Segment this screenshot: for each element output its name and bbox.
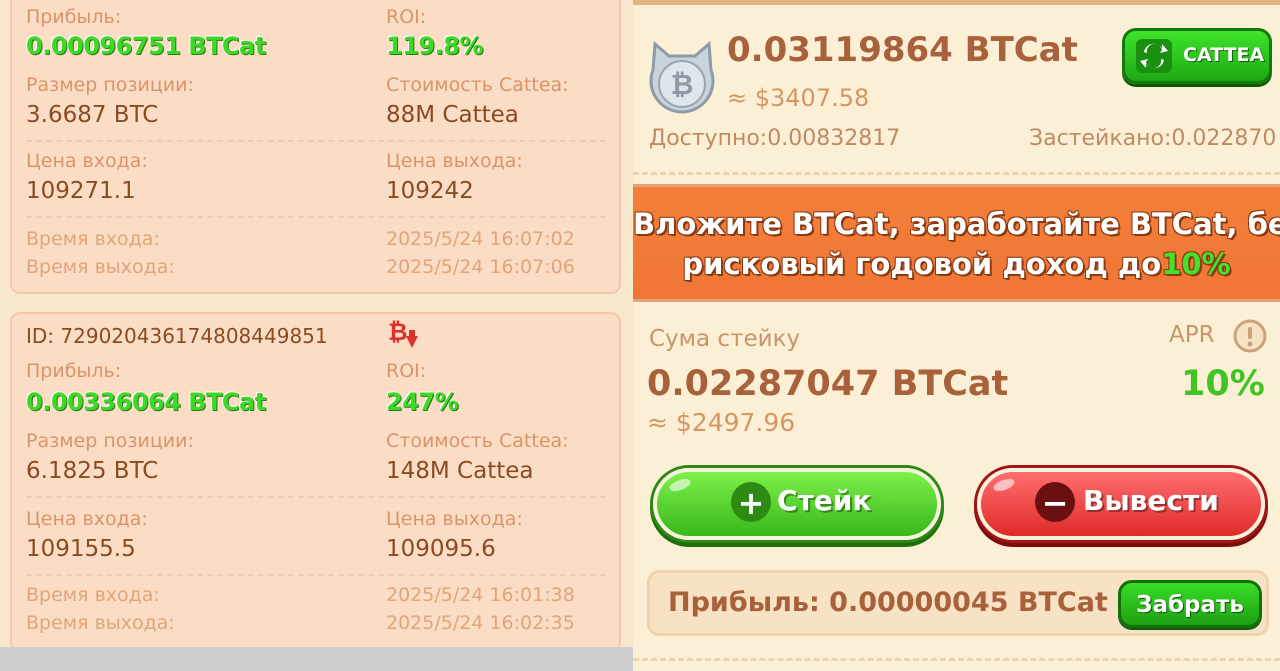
banner-line-2: рисковый годовой доход до10% xyxy=(633,247,1280,281)
stake-amount: 0.02287047 BTCat xyxy=(647,364,1009,404)
roi-label: ROI: xyxy=(386,6,427,28)
profit-value: 0.00336064 BTCat xyxy=(26,388,266,416)
stake-button[interactable]: + Стейк xyxy=(653,468,941,540)
profit-label: Прибыль: xyxy=(26,360,122,382)
exit-time-label: Время выхода: xyxy=(26,612,175,634)
button-gloss xyxy=(667,476,693,494)
svg-text:₿: ₿ xyxy=(671,68,694,101)
roi-value: 119.8% xyxy=(386,32,483,60)
claim-button[interactable]: Забрать xyxy=(1118,580,1262,628)
plus-icon: + xyxy=(731,482,771,522)
banner-apr-highlight: 10% xyxy=(1161,247,1231,281)
withdraw-button-label: Вывести xyxy=(1083,484,1219,517)
divider xyxy=(26,496,606,498)
staked-balance: Застейкано:0.022870 xyxy=(1029,126,1277,151)
promo-banner: Вложите BTCat, заработайте BTCat, без ри… xyxy=(633,184,1280,302)
cattea-cost-label: Стоимость Cattea: xyxy=(386,74,569,96)
entry-price-value: 109271.1 xyxy=(26,178,136,204)
claim-button-label: Забрать xyxy=(1136,592,1244,618)
apr-value: 10% xyxy=(1181,364,1265,404)
exit-price-label: Цена выхода: xyxy=(386,508,523,530)
divider xyxy=(26,216,606,218)
banner-line-2-text: рисковый годовой доход до xyxy=(682,247,1162,281)
profit-value: 0.00096751 BTCat xyxy=(26,32,266,60)
entry-time-value: 2025/5/24 16:01:38 xyxy=(386,584,575,606)
stake-amount-usd: ≈ $2497.96 xyxy=(647,408,796,437)
entry-time-label: Время входа: xyxy=(26,584,160,606)
trade-card: ID: 729020436174808449851 ₿ Прибыль: 0.0… xyxy=(10,312,621,652)
trade-id: ID: 729020436174808449851 xyxy=(26,324,328,348)
banner-line-1: Вложите BTCat, заработайте BTCat, без xyxy=(633,207,1280,241)
divider xyxy=(26,140,606,142)
exit-time-value: 2025/5/24 16:07:06 xyxy=(386,256,575,278)
profit-box: Прибыль: 0.00000045 BTCat Забрать xyxy=(647,570,1269,636)
available-balance: Доступно:0.00832817 xyxy=(649,126,901,151)
apr-label: APR xyxy=(1169,322,1215,348)
position-size-label: Размер позиции: xyxy=(26,74,194,96)
roi-value: 247% xyxy=(386,388,459,416)
trade-card: Прибыль: 0.00096751 BTCat ROI: 119.8% Ра… xyxy=(10,0,621,294)
bitcoin-down-icon: ₿ xyxy=(388,318,418,348)
stake-button-label: Стейк xyxy=(777,484,872,517)
exit-time-value: 2025/5/24 16:02:35 xyxy=(386,612,575,634)
svg-text:₿: ₿ xyxy=(388,318,408,346)
cattea-swap-button[interactable]: CATTEA xyxy=(1122,28,1272,84)
top-border xyxy=(633,0,1280,5)
roi-label: ROI: xyxy=(386,360,427,382)
cattea-cost-value: 148M Cattea xyxy=(386,458,534,484)
entry-price-label: Цена входа: xyxy=(26,508,148,530)
position-size-value: 3.6687 BTC xyxy=(26,102,159,128)
btcat-balance: 0.03119864 BTCat xyxy=(727,30,1078,70)
cattea-button-label: CATTEA xyxy=(1183,44,1265,66)
exit-price-value: 109242 xyxy=(386,178,474,204)
divider xyxy=(633,172,1280,175)
button-gloss xyxy=(991,476,1017,494)
entry-time-value: 2025/5/24 16:07:02 xyxy=(386,228,575,250)
withdraw-button[interactable]: − Вывести xyxy=(977,468,1265,540)
entry-price-value: 109155.5 xyxy=(26,536,136,562)
exit-time-label: Время выхода: xyxy=(26,256,175,278)
cattea-cost-value: 88M Cattea xyxy=(386,102,519,128)
info-icon[interactable] xyxy=(1233,319,1267,353)
btcat-balance-usd: ≈ $3407.58 xyxy=(727,84,870,112)
divider xyxy=(26,574,606,576)
minus-icon: − xyxy=(1035,482,1075,522)
cattea-cost-label: Стоимость Cattea: xyxy=(386,430,569,452)
entry-time-label: Время входа: xyxy=(26,228,160,250)
exit-price-label: Цена выхода: xyxy=(386,150,523,172)
trade-history-panel: Прибыль: 0.00096751 BTCat ROI: 119.8% Ра… xyxy=(0,0,633,671)
divider xyxy=(633,658,1280,661)
position-size-label: Размер позиции: xyxy=(26,430,194,452)
staking-panel: ₿ 0.03119864 BTCat ≈ $3407.58 CATTEA Дос… xyxy=(633,0,1280,671)
entry-price-label: Цена входа: xyxy=(26,150,148,172)
gesture-bar xyxy=(0,647,633,671)
exit-price-value: 109095.6 xyxy=(386,536,496,562)
profit-label: Прибыль: xyxy=(26,6,122,28)
position-size-value: 6.1825 BTC xyxy=(26,458,159,484)
stake-sum-label: Сума стейку xyxy=(649,326,801,352)
bitcoin-cat-coin-icon: ₿ xyxy=(649,40,715,114)
profit-text: Прибыль: 0.00000045 BTCat xyxy=(668,587,1108,618)
swap-arrows-icon xyxy=(1136,39,1172,73)
